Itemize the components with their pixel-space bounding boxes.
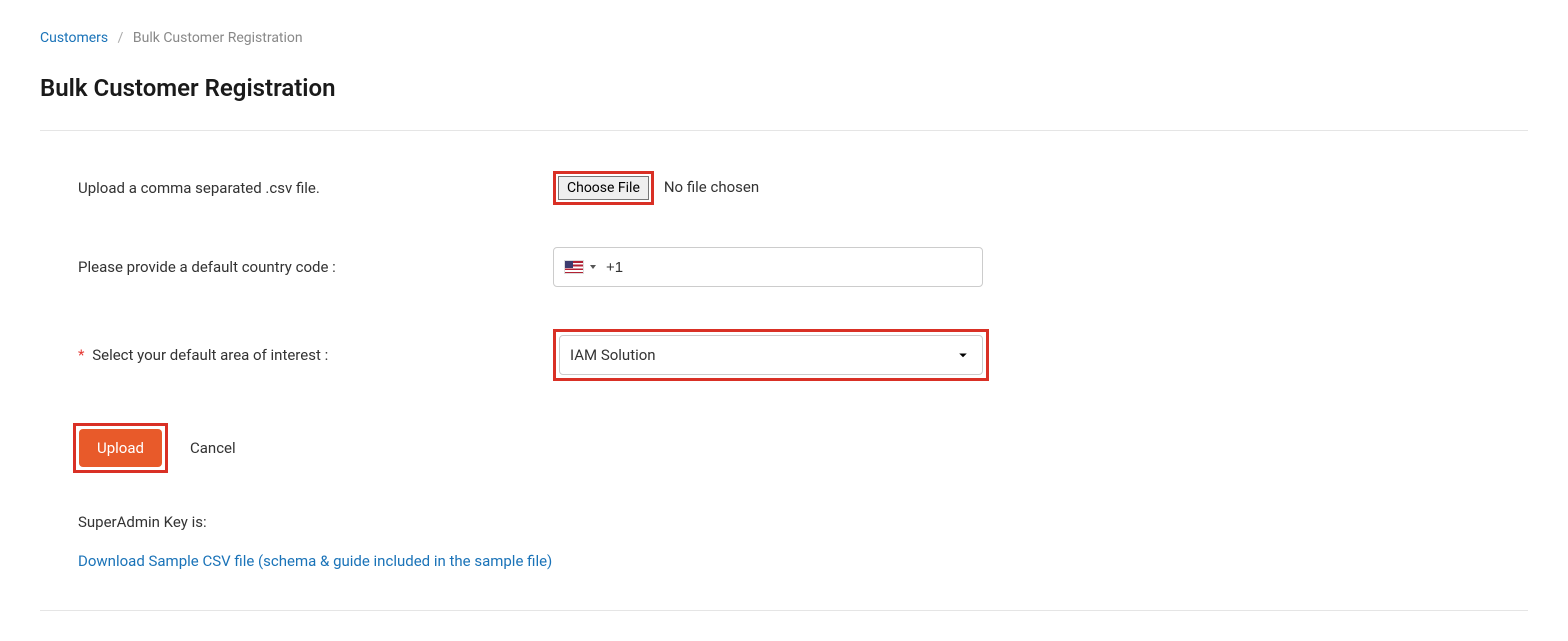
breadcrumb-separator: /	[118, 30, 124, 46]
chevron-down-icon	[590, 265, 596, 269]
breadcrumb-current: Bulk Customer Registration	[133, 30, 303, 46]
country-code-label: Please provide a default country code :	[78, 258, 553, 276]
country-flag-selector[interactable]	[564, 260, 606, 274]
us-flag-icon	[564, 260, 584, 274]
upload-button[interactable]: Upload	[79, 429, 162, 467]
divider	[40, 130, 1528, 131]
upload-csv-label: Upload a comma separated .csv file.	[78, 179, 553, 197]
area-interest-row: * Select your default area of interest :…	[78, 329, 1528, 381]
upload-button-highlight: Upload	[73, 423, 168, 473]
area-select-highlight: IAM Solution	[553, 329, 989, 381]
action-buttons-row: Upload Cancel	[73, 423, 1528, 473]
upload-csv-row: Upload a comma separated .csv file. Choo…	[78, 171, 1528, 205]
file-status-text: No file chosen	[664, 178, 759, 196]
breadcrumb-parent-link[interactable]: Customers	[40, 30, 108, 46]
file-input-group: Choose File No file chosen	[553, 171, 759, 205]
bottom-divider	[40, 610, 1528, 611]
area-interest-select[interactable]: IAM Solution	[559, 335, 983, 375]
form-container: Upload a comma separated .csv file. Choo…	[40, 171, 1528, 570]
download-sample-link[interactable]: Download Sample CSV file (schema & guide…	[78, 552, 552, 570]
cancel-button[interactable]: Cancel	[190, 439, 236, 457]
area-interest-label-text: Select your default area of interest :	[92, 346, 328, 364]
choose-file-highlight: Choose File	[553, 171, 654, 205]
choose-file-button[interactable]: Choose File	[558, 176, 649, 200]
country-code-input[interactable]	[553, 247, 983, 287]
page-title: Bulk Customer Registration	[40, 74, 1528, 102]
country-code-field[interactable]	[606, 259, 972, 276]
superadmin-key-row: SuperAdmin Key is:	[78, 513, 1528, 531]
country-code-row: Please provide a default country code :	[78, 247, 1528, 287]
superadmin-key-label: SuperAdmin Key is:	[78, 513, 207, 531]
breadcrumb: Customers / Bulk Customer Registration	[40, 30, 1528, 46]
required-asterisk: *	[78, 346, 84, 364]
area-interest-label: * Select your default area of interest :	[78, 346, 553, 364]
